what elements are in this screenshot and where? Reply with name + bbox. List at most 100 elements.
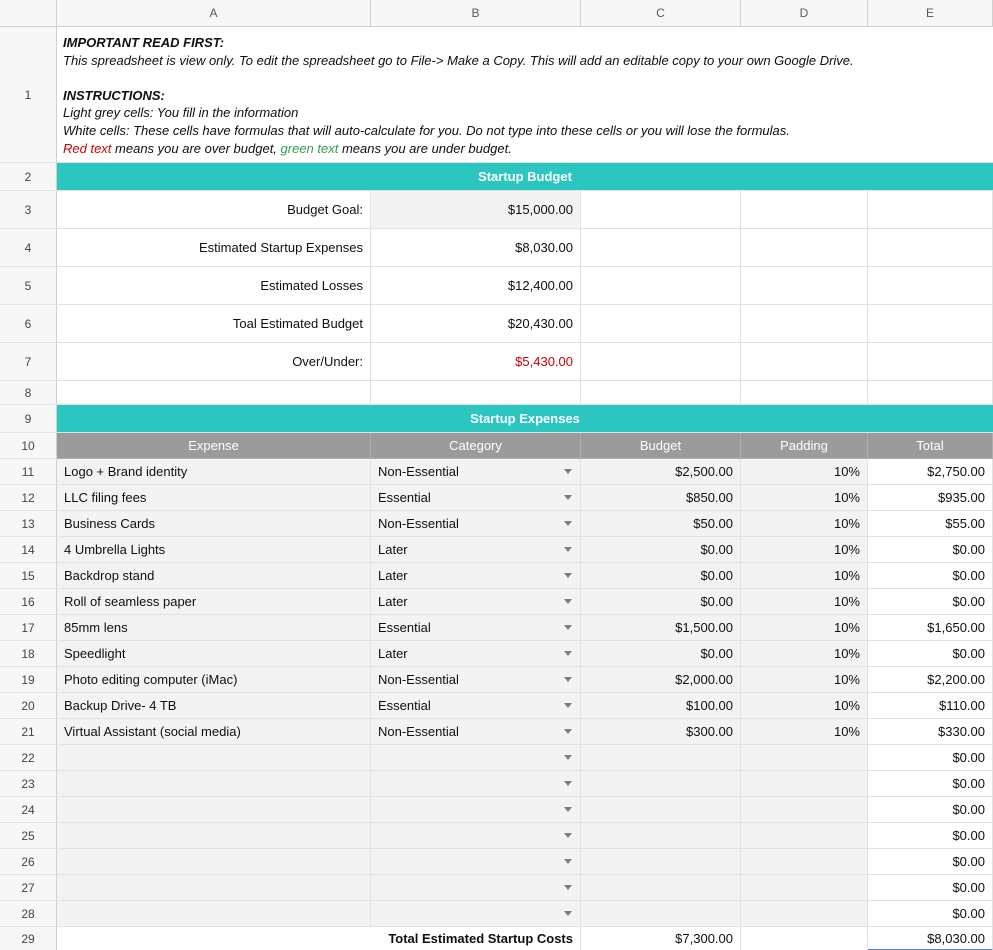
category-dropdown-icon[interactable] <box>564 677 572 682</box>
padding-cell[interactable]: 10% <box>741 589 868 615</box>
budget-cell[interactable] <box>581 823 741 849</box>
category-cell[interactable]: Essential <box>371 485 581 511</box>
empty-cell-e4[interactable] <box>868 229 993 267</box>
expense-name-cell[interactable]: Backdrop stand <box>57 563 371 589</box>
category-dropdown-icon[interactable] <box>564 547 572 552</box>
category-dropdown-icon[interactable] <box>564 651 572 656</box>
startup-expenses-title[interactable]: Startup Expenses <box>57 405 993 433</box>
category-cell[interactable]: Later <box>371 641 581 667</box>
category-dropdown-icon[interactable] <box>564 599 572 604</box>
category-dropdown-icon[interactable] <box>564 521 572 526</box>
padding-cell[interactable] <box>741 875 868 901</box>
column-header-e[interactable]: E <box>868 0 993 27</box>
total-cell[interactable]: $0.00 <box>868 901 993 927</box>
empty-cell-a8[interactable] <box>57 381 371 405</box>
over-under-value-cell[interactable]: $5,430.00 <box>371 343 581 381</box>
empty-cell-c6[interactable] <box>581 305 741 343</box>
padding-cell[interactable]: 10% <box>741 537 868 563</box>
budget-cell[interactable] <box>581 849 741 875</box>
empty-cell-e8[interactable] <box>868 381 993 405</box>
row-header-29[interactable]: 29 <box>0 927 57 950</box>
expense-name-cell[interactable]: 4 Umbrella Lights <box>57 537 371 563</box>
expense-column-header[interactable]: Expense <box>57 433 371 459</box>
expense-name-cell[interactable] <box>57 901 371 927</box>
empty-cell-d3[interactable] <box>741 191 868 229</box>
select-all-corner[interactable] <box>0 0 57 27</box>
budget-cell[interactable]: $2,000.00 <box>581 667 741 693</box>
total-cell[interactable]: $0.00 <box>868 875 993 901</box>
total-cell[interactable]: $0.00 <box>868 797 993 823</box>
padding-cell[interactable] <box>741 823 868 849</box>
padding-cell[interactable]: 10% <box>741 459 868 485</box>
expense-name-cell[interactable] <box>57 875 371 901</box>
row-header-16[interactable]: 16 <box>0 589 57 615</box>
row-header-22[interactable]: 22 <box>0 745 57 771</box>
row-header-14[interactable]: 14 <box>0 537 57 563</box>
budget-cell[interactable]: $2,500.00 <box>581 459 741 485</box>
budget-cell[interactable]: $0.00 <box>581 589 741 615</box>
row-header-23[interactable]: 23 <box>0 771 57 797</box>
total-cell[interactable]: $0.00 <box>868 589 993 615</box>
row-header-2[interactable]: 2 <box>0 163 57 191</box>
row-header-3[interactable]: 3 <box>0 191 57 229</box>
category-cell[interactable]: Essential <box>371 615 581 641</box>
empty-cell-e7[interactable] <box>868 343 993 381</box>
category-dropdown-icon[interactable] <box>564 911 572 916</box>
row-header-20[interactable]: 20 <box>0 693 57 719</box>
empty-cell-d5[interactable] <box>741 267 868 305</box>
padding-cell[interactable]: 10% <box>741 615 868 641</box>
category-cell[interactable]: Later <box>371 563 581 589</box>
total-cell[interactable]: $935.00 <box>868 485 993 511</box>
category-cell[interactable] <box>371 875 581 901</box>
row-header-10[interactable]: 10 <box>0 433 57 459</box>
row-header-4[interactable]: 4 <box>0 229 57 267</box>
empty-cell-e3[interactable] <box>868 191 993 229</box>
column-header-d[interactable]: D <box>741 0 868 27</box>
row-header-12[interactable]: 12 <box>0 485 57 511</box>
expense-name-cell[interactable]: Backup Drive- 4 TB <box>57 693 371 719</box>
category-cell[interactable]: Non-Essential <box>371 667 581 693</box>
padding-cell[interactable] <box>741 797 868 823</box>
budget-goal-value-cell[interactable]: $15,000.00 <box>371 191 581 229</box>
total-costs-label-cell[interactable]: Total Estimated Startup Costs <box>57 927 581 950</box>
category-dropdown-icon[interactable] <box>564 573 572 578</box>
padding-cell[interactable]: 10% <box>741 511 868 537</box>
category-dropdown-icon[interactable] <box>564 885 572 890</box>
empty-cell-c7[interactable] <box>581 343 741 381</box>
grand-total-cell[interactable]: $8,030.00 <box>868 927 993 950</box>
category-dropdown-icon[interactable] <box>564 807 572 812</box>
category-cell[interactable] <box>371 745 581 771</box>
total-cell[interactable]: $0.00 <box>868 771 993 797</box>
total-cell[interactable]: $1,650.00 <box>868 615 993 641</box>
total-cell[interactable]: $0.00 <box>868 537 993 563</box>
category-cell[interactable] <box>371 901 581 927</box>
expense-name-cell[interactable] <box>57 849 371 875</box>
empty-cell-d29[interactable] <box>741 927 868 950</box>
total-cell[interactable]: $0.00 <box>868 641 993 667</box>
column-header-c[interactable]: C <box>581 0 741 27</box>
est-losses-label-cell[interactable]: Estimated Losses <box>57 267 371 305</box>
budget-cell[interactable]: $0.00 <box>581 537 741 563</box>
padding-cell[interactable]: 10% <box>741 667 868 693</box>
row-header-28[interactable]: 28 <box>0 901 57 927</box>
total-cell[interactable]: $0.00 <box>868 745 993 771</box>
total-cell[interactable]: $0.00 <box>868 849 993 875</box>
expense-name-cell[interactable]: Roll of seamless paper <box>57 589 371 615</box>
expense-name-cell[interactable]: LLC filing fees <box>57 485 371 511</box>
total-budget-label-cell[interactable]: Toal Estimated Budget <box>57 305 371 343</box>
row-header-26[interactable]: 26 <box>0 849 57 875</box>
empty-cell-e5[interactable] <box>868 267 993 305</box>
empty-cell-c4[interactable] <box>581 229 741 267</box>
padding-cell[interactable]: 10% <box>741 485 868 511</box>
row-header-17[interactable]: 17 <box>0 615 57 641</box>
expense-name-cell[interactable]: Virtual Assistant (social media) <box>57 719 371 745</box>
category-cell[interactable]: Later <box>371 589 581 615</box>
budget-cell[interactable]: $0.00 <box>581 641 741 667</box>
empty-cell-c5[interactable] <box>581 267 741 305</box>
category-dropdown-icon[interactable] <box>564 781 572 786</box>
category-cell[interactable]: Non-Essential <box>371 719 581 745</box>
empty-cell-b8[interactable] <box>371 381 581 405</box>
budget-cell[interactable] <box>581 901 741 927</box>
startup-budget-title[interactable]: Startup Budget <box>57 163 993 191</box>
expense-name-cell[interactable] <box>57 823 371 849</box>
